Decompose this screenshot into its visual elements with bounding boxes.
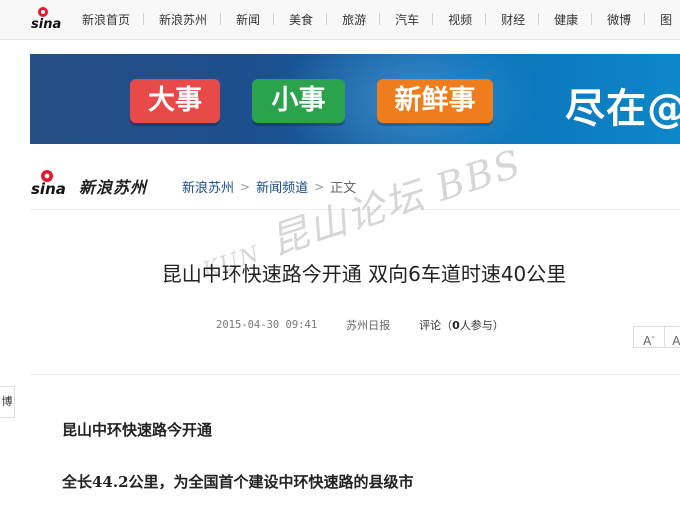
nav-item-weibo[interactable]: 微博	[592, 11, 646, 28]
header-divider	[30, 209, 680, 210]
top-nav-bar: sina 新浪首页 新浪苏州 新闻 美食 旅游 汽车 视频 财经 健康 微博 图	[0, 0, 680, 40]
channel-sina-logo-icon[interactable]: sina	[30, 168, 74, 196]
breadcrumb-suzhou-link[interactable]: 新浪苏州	[182, 177, 234, 196]
comment-suffix: 人参与	[459, 319, 493, 332]
nav-item-news[interactable]: 新闻	[221, 11, 275, 28]
meta-divider	[30, 374, 680, 375]
nav-item-food[interactable]: 美食	[274, 11, 328, 28]
nav-item-suzhou[interactable]: 新浪苏州	[144, 11, 222, 28]
svg-text:sina: sina	[31, 17, 61, 31]
banner-pill-fresh-news: 新鲜事	[377, 79, 493, 123]
banner-ad[interactable]: 大事 小事 新鲜事 尽在@	[30, 54, 680, 144]
watermark: KUN 昆山论坛 BBS	[192, 141, 528, 312]
sina-logo-icon[interactable]: sina	[30, 5, 64, 31]
nav-item-home[interactable]: 新浪首页	[67, 11, 145, 28]
nav-item-travel[interactable]: 旅游	[327, 11, 381, 28]
nav-item-auto[interactable]: 汽车	[380, 11, 434, 28]
nav-item-pictures[interactable]: 图	[645, 11, 680, 28]
comment-link[interactable]: 评论（0人参与）	[419, 317, 504, 333]
font-decrease-button[interactable]: A-	[633, 326, 665, 348]
nav-item-video[interactable]: 视频	[433, 11, 487, 28]
nav-items: 新浪首页 新浪苏州 新闻 美食 旅游 汽车 视频 财经 健康 微博 图	[67, 0, 680, 39]
banner-pill-big-news: 大事	[130, 79, 220, 123]
article-source[interactable]: 苏州日报	[346, 317, 390, 333]
breadcrumb: 新浪苏州 > 新闻频道 > 正文	[182, 177, 357, 197]
nav-item-finance[interactable]: 财经	[486, 11, 540, 28]
font-size-controls: A- A+	[633, 326, 680, 348]
comment-count: 0	[452, 319, 460, 332]
article-title: 昆山中环快速路今开通 双向6车道时速40公里	[161, 262, 567, 286]
article-paragraph: 昆山中环快速路今开通	[62, 421, 213, 439]
breadcrumb-news-channel-link[interactable]: 新闻频道	[256, 177, 308, 196]
banner-pill-small-news: 小事	[252, 79, 345, 123]
article-meta: 2015-04-30 09:41 苏州日报 评论（0人参与）	[216, 317, 504, 333]
article-paragraph: 全长44.2公里，为全国首个建设中环快速路的县级市	[62, 473, 414, 491]
svg-text:sina: sina	[31, 180, 66, 196]
comment-label: 评论	[419, 319, 442, 332]
banner-tail-text: 尽在@	[565, 86, 680, 132]
breadcrumb-current: 正文	[330, 181, 357, 196]
nav-item-health[interactable]: 健康	[539, 11, 593, 28]
chevron-right-icon: >	[314, 179, 325, 194]
font-increase-button[interactable]: A+	[665, 326, 680, 348]
watermark-suffix: BBS	[430, 140, 528, 210]
channel-name[interactable]: 新浪苏州	[79, 174, 147, 198]
article-date: 2015-04-30 09:41	[216, 319, 318, 331]
side-weibo-tab[interactable]: 博	[0, 386, 15, 418]
chevron-right-icon: >	[240, 179, 251, 194]
